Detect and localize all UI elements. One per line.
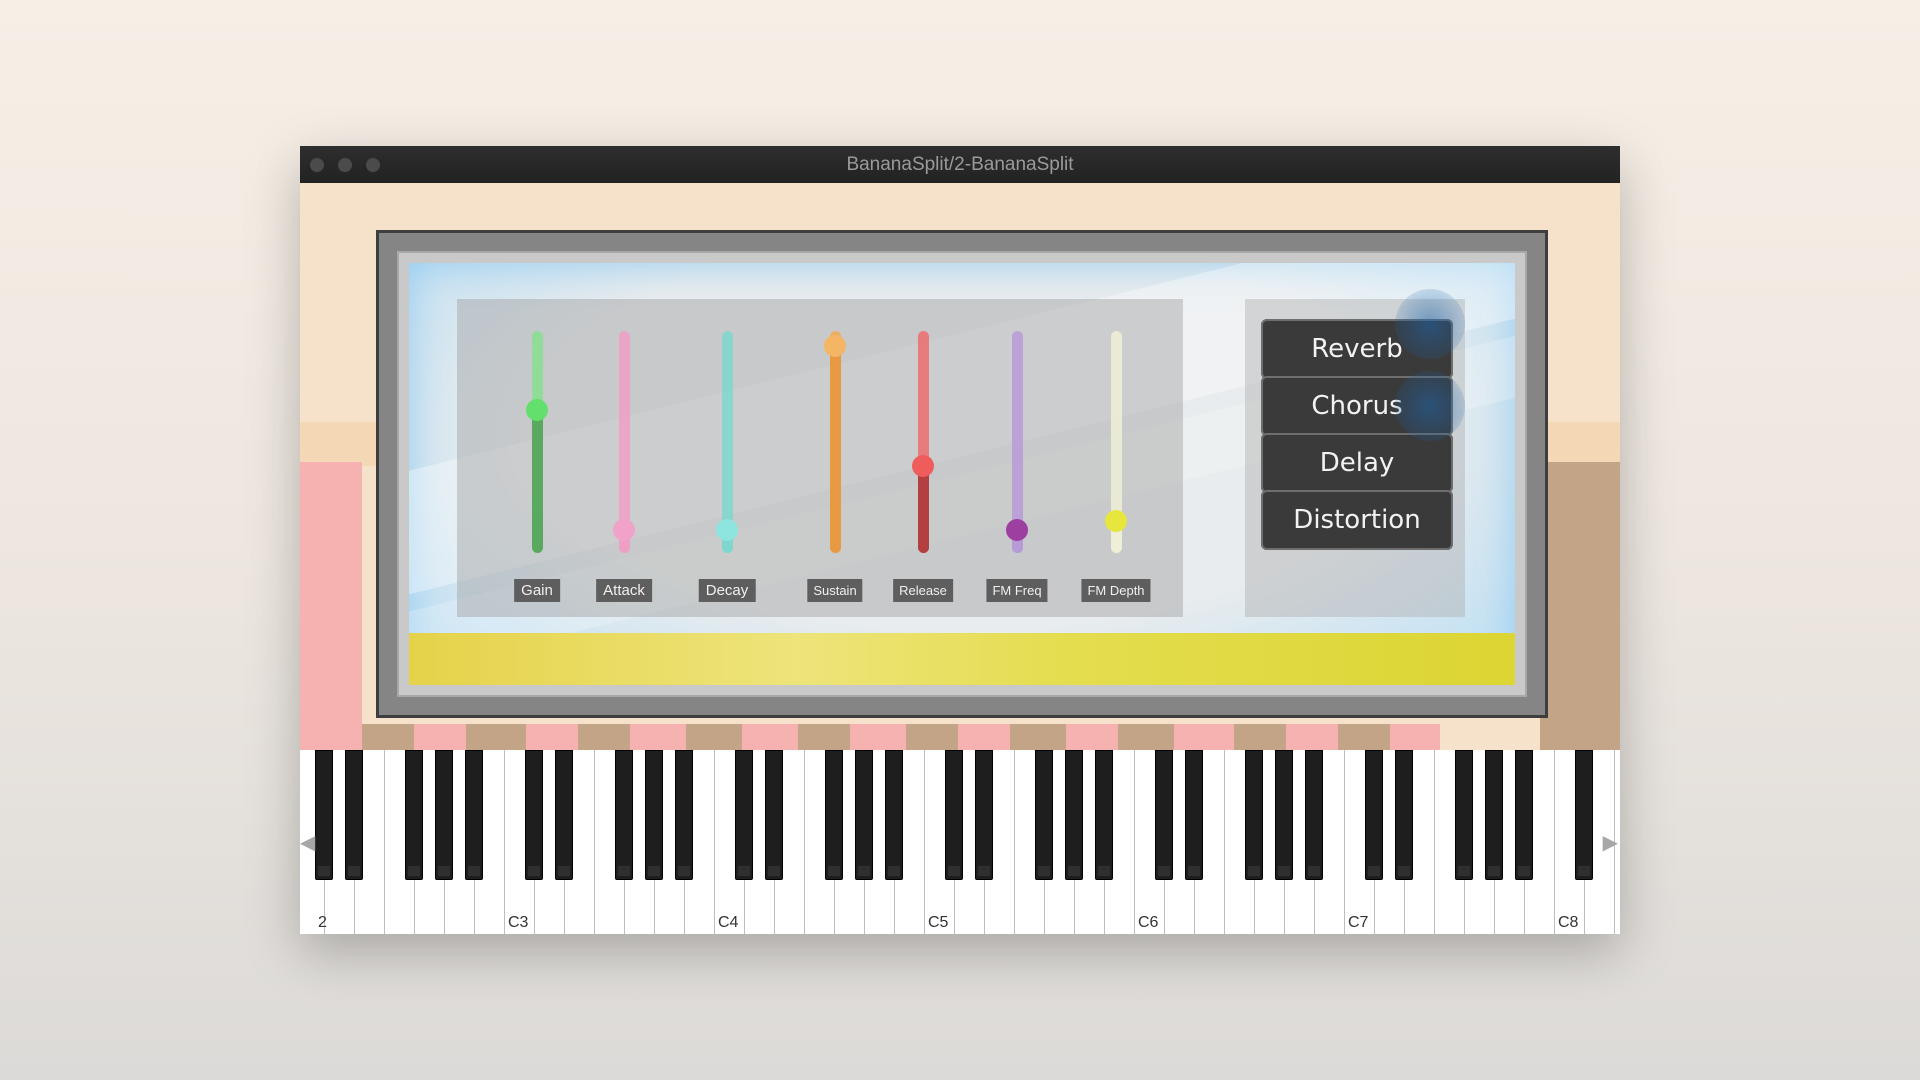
slider-attack[interactable]: Attack [584,331,664,602]
title-bar: BananaSplit/2-BananaSplit [300,146,1620,184]
black-key[interactable] [315,750,333,880]
slider-thumb[interactable] [613,519,635,541]
black-key[interactable] [405,750,423,880]
screen-glow [1395,289,1465,359]
strip-segment [578,724,630,750]
slider-thumb[interactable] [824,335,846,357]
black-key[interactable] [345,750,363,880]
strip-segment [526,724,578,750]
black-key[interactable] [615,750,633,880]
black-key[interactable] [885,750,903,880]
effects-panel: Reverb Chorus Delay Distortion [1245,289,1465,617]
strip-segment [414,724,466,750]
black-key[interactable] [735,750,753,880]
black-key[interactable] [555,750,573,880]
octave-label: 2 [318,914,327,931]
slider-label: Release [893,579,953,602]
screen-glow [1395,371,1465,441]
octave-label: C4 [718,914,739,931]
black-key[interactable] [1365,750,1383,880]
black-key[interactable] [1455,750,1473,880]
piano-keyboard[interactable]: 2 C3 C4 C5 C6 C7 C8 ◀ ▶ [300,750,1620,934]
strip-segment [1234,724,1286,750]
octave-label: C6 [1138,914,1159,931]
monitor-frame: Gain Attack Decay Sustain Release FM Freq FM D… [376,230,1548,718]
slider-fm-freq[interactable]: FM Freq [977,331,1057,602]
slider-label: Attack [596,579,652,602]
strip-segment [630,724,686,750]
black-key[interactable] [1575,750,1593,880]
strip-segment [1118,724,1174,750]
strip-segment [1286,724,1338,750]
decorative-strip [362,724,1540,750]
black-key[interactable] [1515,750,1533,880]
black-key[interactable] [645,750,663,880]
black-key[interactable] [1395,750,1413,880]
slider-sustain[interactable]: Sustain [795,331,875,602]
octave-label: C7 [1348,914,1369,931]
octave-label: C3 [508,914,529,931]
scroll-left-arrow-icon[interactable]: ◀ [300,830,315,854]
visualizer-bar [409,633,1515,685]
black-key[interactable] [1305,750,1323,880]
black-key[interactable] [465,750,483,880]
slider-thumb[interactable] [716,519,738,541]
slider-thumb[interactable] [1006,519,1028,541]
black-key[interactable] [1095,750,1113,880]
slider-thumb[interactable] [912,454,934,477]
scroll-right-arrow-icon[interactable]: ▶ [1603,830,1618,854]
slider-decay[interactable]: Decay [687,331,767,602]
black-key[interactable] [525,750,543,880]
slider-fm-depth[interactable]: FM Depth [1076,331,1156,602]
slider-fill [830,345,841,553]
strip-segment [1174,724,1234,750]
slider-label: FM Depth [1081,579,1151,602]
strip-segment [1390,724,1440,750]
window-title: BananaSplit/2-BananaSplit [846,154,1074,175]
plugin-window: BananaSplit/2-BananaSplit Gain Attack Deca… [300,146,1620,934]
strip-segment [850,724,906,750]
slider-gain[interactable]: Gain [497,331,577,602]
slider-label: Decay [698,579,756,602]
slider-release[interactable]: Release [883,331,963,602]
slider-thumb[interactable] [1105,509,1127,532]
slider-label: FM Freq [986,579,1048,602]
strip-segment [1338,724,1390,750]
strip-segment [1066,724,1118,750]
monitor-screen: Gain Attack Decay Sustain Release FM Freq FM D… [409,263,1515,685]
black-key[interactable] [765,750,783,880]
slider-label: Sustain [807,579,863,602]
slider-fill [918,464,929,553]
black-key[interactable] [1065,750,1083,880]
distortion-button[interactable]: Distortion [1261,490,1453,550]
strip-segment [742,724,798,750]
envelope-slider-panel: Gain Attack Decay Sustain Release FM Freq FM D… [457,299,1183,617]
black-key[interactable] [855,750,873,880]
black-key[interactable] [945,750,963,880]
black-key[interactable] [825,750,843,880]
monitor-bezel: Gain Attack Decay Sustain Release FM Freq FM D… [397,251,1527,697]
black-key[interactable] [675,750,693,880]
black-key[interactable] [1485,750,1503,880]
slider-label: Gain [514,579,560,602]
black-key[interactable] [1035,750,1053,880]
octave-label: C8 [1558,914,1579,931]
slider-fill [532,409,543,553]
slider-thumb[interactable] [526,399,548,422]
black-key[interactable] [1275,750,1293,880]
strip-segment [466,724,526,750]
octave-label: C5 [928,914,949,931]
strip-segment [686,724,742,750]
strip-segment [958,724,1010,750]
strip-segment [362,724,414,750]
strip-segment [798,724,850,750]
black-key[interactable] [435,750,453,880]
strip-segment [906,724,958,750]
black-key[interactable] [1155,750,1173,880]
black-key[interactable] [975,750,993,880]
black-key[interactable] [1245,750,1263,880]
delay-button[interactable]: Delay [1261,433,1453,493]
strip-segment [1010,724,1066,750]
black-key[interactable] [1185,750,1203,880]
